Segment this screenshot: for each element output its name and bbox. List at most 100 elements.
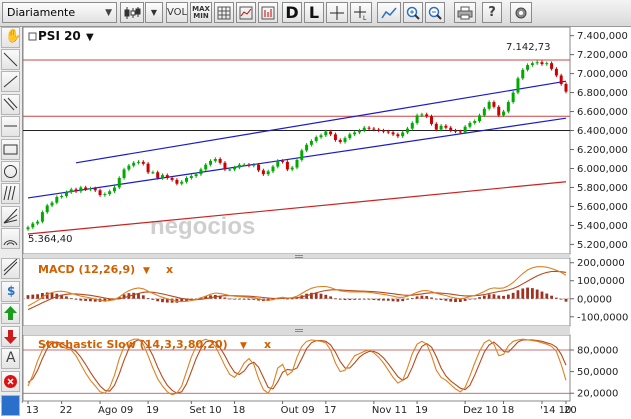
candle-body xyxy=(170,177,174,180)
candle-body xyxy=(497,106,501,116)
price-y-tick-label: 7.400,000 xyxy=(577,31,628,42)
macd-histogram-bar xyxy=(506,294,510,299)
candle-body xyxy=(103,194,107,196)
macd-histogram-bar xyxy=(420,295,424,299)
macd-histogram-bar xyxy=(353,298,357,300)
candle-body xyxy=(285,161,289,170)
candle-body xyxy=(266,171,270,175)
candle-body xyxy=(319,135,323,138)
candle-body xyxy=(261,170,265,175)
macd-histogram-bar xyxy=(545,293,549,299)
candle-body xyxy=(180,181,184,184)
candle-body xyxy=(213,159,217,161)
macd-histogram-bar xyxy=(31,294,35,299)
macd-histogram-bar xyxy=(516,290,520,299)
macd-histogram-bar xyxy=(530,288,534,299)
macd-histogram-bar xyxy=(401,298,405,302)
macd-histogram-bar xyxy=(463,298,467,301)
macd-histogram-bar xyxy=(84,298,88,301)
x-tick-label: Out 09 xyxy=(281,405,315,416)
macd-histogram-bar xyxy=(511,292,515,299)
candle-body xyxy=(209,160,213,165)
candle-body xyxy=(559,75,563,85)
macd-histogram-bar xyxy=(526,287,529,299)
macd-histogram-bar xyxy=(492,294,496,299)
candle-body xyxy=(228,169,232,171)
candle-body xyxy=(444,125,448,128)
macd-histogram-bar xyxy=(396,298,400,302)
candle-body xyxy=(314,137,318,141)
candle-body xyxy=(353,132,357,135)
candle-body xyxy=(468,122,472,127)
macd-histogram-bar xyxy=(36,294,40,299)
candle-body xyxy=(309,140,313,145)
candle-body xyxy=(26,227,30,230)
macd-histogram-bar xyxy=(559,298,563,300)
panel-divider-2[interactable] xyxy=(23,326,570,335)
candle-body xyxy=(199,169,203,175)
macd-histogram-bar xyxy=(329,296,333,299)
candle-body xyxy=(252,164,256,166)
macd-histogram-bar xyxy=(228,298,232,300)
candle-body xyxy=(410,122,414,129)
price-y-tick-label: 5.800,000 xyxy=(577,183,628,194)
candle-body xyxy=(401,132,405,137)
macd-histogram-bar xyxy=(439,298,443,301)
candle-body xyxy=(151,172,155,174)
macd-histogram-bar xyxy=(535,289,539,299)
stoch-menu-icon[interactable]: ▼ xyxy=(240,341,247,351)
x-tick-label: Nov 11 xyxy=(372,405,407,416)
price-title-menu-icon[interactable]: ▼ xyxy=(86,32,94,43)
x-tick-label: Ago 09 xyxy=(98,405,133,416)
stoch-title: Stochastic Slow (14,3,3,80,20) xyxy=(38,338,228,351)
candle-body xyxy=(506,102,510,112)
macd-histogram-bar xyxy=(252,298,256,300)
macd-menu-icon[interactable]: ▼ xyxy=(143,266,150,276)
candle-body xyxy=(564,84,568,92)
macd-histogram-bar xyxy=(79,298,83,301)
macd-histogram-bar xyxy=(242,298,246,300)
candle-body xyxy=(141,161,145,164)
macd-histogram-bar xyxy=(247,298,251,300)
macd-histogram-bar xyxy=(334,298,337,300)
macd-histogram-bar xyxy=(348,298,352,301)
macd-histogram-bar xyxy=(233,298,236,300)
macd-histogram-bar xyxy=(382,298,385,301)
candle-body xyxy=(521,69,525,79)
candle-body xyxy=(189,176,193,178)
candle-body xyxy=(391,132,395,135)
candle-body xyxy=(420,114,424,116)
macd-histogram-bar xyxy=(454,298,457,303)
candle-body xyxy=(165,175,169,178)
macd-histogram-bar xyxy=(406,298,409,300)
candle-body xyxy=(257,164,261,171)
macd-histogram-bar xyxy=(65,296,68,299)
candle-body xyxy=(367,127,371,129)
y-axis-labels: 7.400,000 7.200,000 7.000,000 6.800,000 6.60… xyxy=(570,31,628,400)
price-y-tick-label: 6.000,000 xyxy=(577,164,628,175)
candle-body xyxy=(305,144,309,151)
candle-body xyxy=(372,128,376,130)
candle-body xyxy=(218,159,222,163)
candle-body xyxy=(237,164,241,168)
macd-histogram-bar xyxy=(444,298,448,301)
price-y-tick-label: 6.600,000 xyxy=(577,107,628,118)
x-tick-label: 18 xyxy=(502,405,515,416)
candle-body xyxy=(324,131,328,136)
x-tick-label: 13 xyxy=(26,405,39,416)
candle-body xyxy=(415,115,419,123)
candle-body xyxy=(449,127,453,131)
x-tick-label: Dez 10 xyxy=(463,405,498,416)
candle-body xyxy=(132,162,136,166)
macd-histogram-bar xyxy=(497,295,501,299)
macd-title: MACD (12,26,9) xyxy=(38,263,135,276)
candle-body xyxy=(554,68,558,76)
stoch-close-icon[interactable]: x xyxy=(264,338,271,351)
candle-body xyxy=(492,102,496,107)
macd-histogram-bar xyxy=(425,296,429,299)
macd-close-icon[interactable]: x xyxy=(166,263,173,276)
candle-body xyxy=(31,223,35,228)
candle-body xyxy=(329,131,333,135)
candle-body xyxy=(204,164,208,170)
macd-histogram-bar xyxy=(223,297,227,299)
